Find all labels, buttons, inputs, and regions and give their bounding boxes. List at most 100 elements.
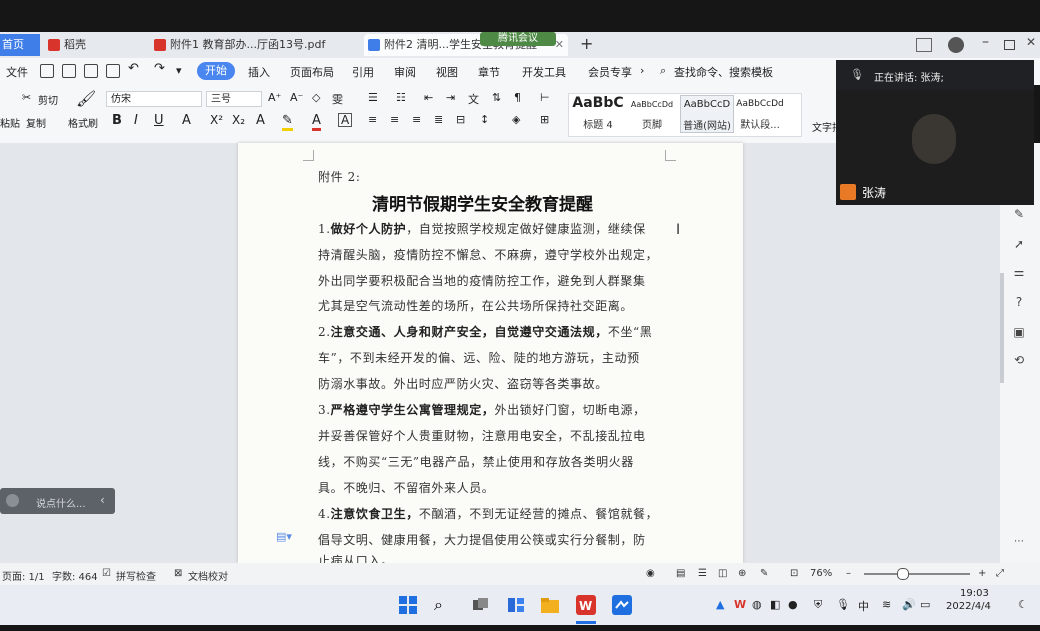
menu-member[interactable]: 会员专享 <box>588 64 632 80</box>
export-icon[interactable] <box>62 64 76 78</box>
menu-references[interactable]: 引用 <box>352 64 374 80</box>
close-tab-icon[interactable]: ✕ <box>555 34 564 56</box>
new-tab-button[interactable]: + <box>580 34 593 53</box>
redo-icon[interactable]: ↷ <box>154 61 165 76</box>
clock-time[interactable]: 19:03 <box>960 588 989 599</box>
task-view-icon[interactable] <box>470 595 490 615</box>
line-spacing-icon[interactable]: ↕ <box>480 113 489 126</box>
save-icon[interactable] <box>40 64 54 78</box>
justify-icon[interactable]: ≣ <box>434 113 443 126</box>
proofread-icon[interactable]: ⊠ <box>174 568 182 579</box>
security-shield-icon[interactable]: ⛨ <box>814 598 822 612</box>
page-view-icon[interactable]: ▤ <box>676 568 685 579</box>
command-search[interactable]: 查找命令、搜索模板 <box>674 64 773 80</box>
style-footer[interactable]: AaBbCcDd 页脚 <box>626 95 678 131</box>
align-center-icon[interactable]: ≡ <box>390 113 399 126</box>
strikethrough-icon[interactable]: A <box>182 113 191 128</box>
tencent-meeting-icon[interactable] <box>612 595 632 615</box>
wifi-icon[interactable]: ≋ <box>882 598 891 611</box>
collapse-chat-icon[interactable]: ‹ <box>100 493 105 507</box>
tab-file1[interactable]: 附件1 教育部办...厅函13号.pdf <box>150 34 358 56</box>
spellcheck-button[interactable]: 拼写检查 <box>116 568 156 583</box>
fullscreen-icon[interactable]: ⤢ <box>996 568 1004 579</box>
pinyin-icon[interactable]: 雯 <box>332 91 343 107</box>
align-left-icon[interactable]: ≡ <box>368 113 377 126</box>
distribute-icon[interactable]: ⊟ <box>456 113 465 126</box>
proofread-button[interactable]: 文档校对 <box>188 568 228 583</box>
share-icon[interactable]: ⟲ <box>1012 353 1026 367</box>
menu-insert[interactable]: 插入 <box>248 64 270 80</box>
widgets-icon[interactable] <box>506 595 526 615</box>
zoom-slider-handle[interactable] <box>897 568 909 580</box>
superscript-icon[interactable]: X² <box>210 113 223 127</box>
backup-icon[interactable]: ▣ <box>1012 325 1026 339</box>
help-icon[interactable]: ? <box>1012 295 1026 309</box>
borders-icon[interactable]: ⊞ <box>540 113 549 126</box>
meeting-video-panel[interactable]: 🎙 正在讲话: 张涛; 张涛 <box>836 60 1034 205</box>
align-right-icon[interactable]: ≡ <box>412 113 421 126</box>
show-marks-icon[interactable]: ¶ <box>514 91 521 104</box>
font-select[interactable]: 仿宋 <box>106 91 202 107</box>
menu-file[interactable]: 文件 <box>6 64 28 80</box>
print-preview-icon[interactable] <box>106 64 120 78</box>
write-mode-icon[interactable]: ✎ <box>760 568 768 579</box>
tray-meeting-icon[interactable]: ▲ <box>716 598 724 611</box>
scrollbar-thumb[interactable] <box>1000 273 1004 383</box>
restore-icon[interactable] <box>1004 40 1015 50</box>
menu-review[interactable]: 审阅 <box>394 64 416 80</box>
underline-icon[interactable]: U <box>154 113 164 128</box>
print-icon[interactable] <box>84 64 98 78</box>
highlight-icon[interactable]: ✎ <box>282 113 293 131</box>
style-normal-web[interactable]: AaBbCcD 普通(网站) <box>680 95 734 133</box>
copy-button[interactable]: 复制 <box>26 115 46 130</box>
tab-daoke[interactable]: 稻壳 <box>44 34 144 56</box>
outdent-icon[interactable]: ⇤ <box>424 91 433 104</box>
decrease-font-icon[interactable]: A⁻ <box>290 91 303 104</box>
microphone-tray-icon[interactable]: 🎙 <box>836 598 850 611</box>
windows-start-icon[interactable] <box>398 595 418 615</box>
tray-wps-icon[interactable]: W <box>734 598 746 611</box>
font-color-icon[interactable]: A <box>312 113 321 131</box>
menu-devtools[interactable]: 开发工具 <box>522 64 566 80</box>
menu-layout[interactable]: 页面布局 <box>290 64 334 80</box>
tab-home[interactable]: 首页 <box>0 34 40 56</box>
meeting-chat-box[interactable]: 说点什么... ‹ <box>0 488 115 514</box>
quick-access-dropdown-icon[interactable]: ▾ <box>176 64 182 77</box>
minimize-icon[interactable]: – <box>982 34 989 50</box>
wps-office-icon[interactable]: W <box>576 595 596 615</box>
numbered-list-icon[interactable]: ☷ <box>396 91 406 104</box>
sort-icon[interactable]: ⇅ <box>492 91 501 104</box>
outline-view-icon[interactable]: ☰ <box>698 568 707 579</box>
word-count[interactable]: 字数: 464 <box>52 568 98 583</box>
font-size-select[interactable]: 三号 <box>206 91 262 107</box>
text-effect-icon[interactable]: A <box>256 113 265 128</box>
web-view-icon[interactable]: ⊕ <box>738 568 746 579</box>
chinese-layout-icon[interactable]: 文 <box>468 91 479 107</box>
adjust-icon[interactable]: ⚌ <box>1012 265 1026 279</box>
indent-icon[interactable]: ⇥ <box>446 91 455 104</box>
chat-input[interactable]: 说点什么... <box>36 495 86 510</box>
close-window-icon[interactable]: ✕ <box>1026 35 1036 49</box>
search-icon[interactable]: ⌕ <box>434 595 454 615</box>
paste-button[interactable]: 粘贴 <box>0 115 20 130</box>
clock-date[interactable]: 2022/4/4 <box>946 601 991 612</box>
bullet-list-icon[interactable]: ☰ <box>368 91 378 104</box>
pen-icon[interactable]: ✎ <box>1012 207 1026 221</box>
zoom-out-icon[interactable]: – <box>846 568 851 579</box>
doc-action-icon[interactable]: ▤▾ <box>276 530 292 543</box>
format-painter-button[interactable]: 格式刷 <box>68 115 98 130</box>
read-view-icon[interactable]: ◫ <box>718 568 727 579</box>
meeting-banner[interactable]: 腾讯会议 <box>480 32 556 46</box>
menu-chapter[interactable]: 章节 <box>478 64 500 80</box>
battery-icon[interactable]: ▭ <box>920 598 930 611</box>
undo-icon[interactable]: ↶ <box>128 61 139 76</box>
avatar[interactable] <box>948 37 964 53</box>
more-icon[interactable]: ⋯ <box>1012 535 1026 549</box>
chat-emoji-icon[interactable] <box>6 494 19 507</box>
zoom-level[interactable]: 76% <box>810 568 832 579</box>
file-explorer-icon[interactable] <box>540 595 560 615</box>
ime-indicator[interactable]: 中 <box>858 598 869 614</box>
tray-app-icon[interactable]: ◧ <box>770 598 780 611</box>
increase-font-icon[interactable]: A⁺ <box>268 91 281 104</box>
fit-page-icon[interactable]: ⊡ <box>790 568 798 579</box>
